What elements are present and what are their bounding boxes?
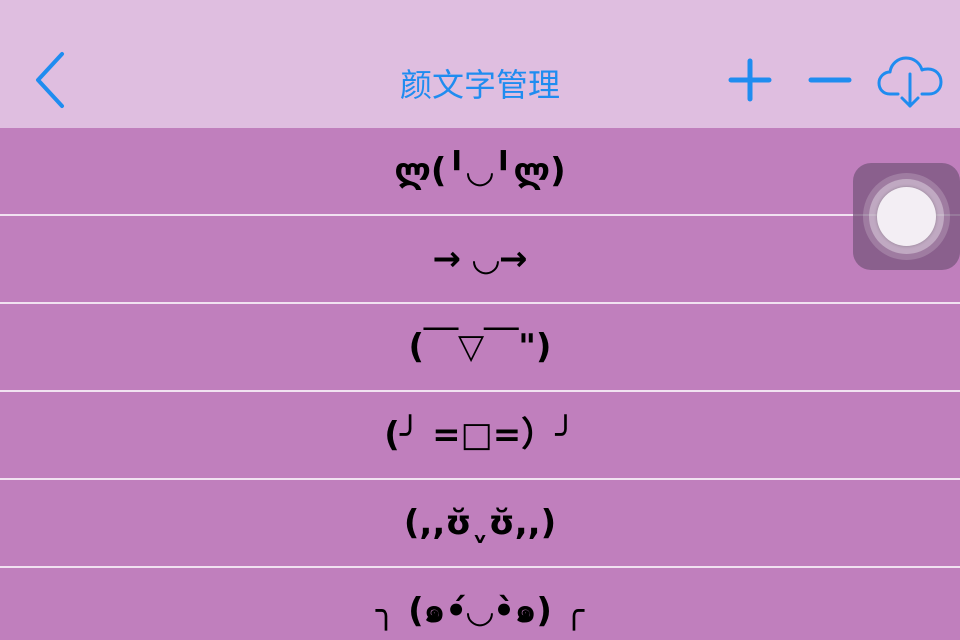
emoticon-list: ლ(╹◡╹ლ) → ◡→ (￣▽￣") (╯ =□=）╯ (,,ʊ̆ˬʊ̆,,)… (0, 128, 960, 640)
list-item[interactable]: (╯ =□=）╯ (0, 392, 960, 480)
back-button[interactable] (24, 44, 84, 116)
list-item[interactable]: ╮ (๑•́◡•̀๑) ╭ (0, 568, 960, 640)
plus-icon (728, 58, 772, 102)
list-item[interactable]: ლ(╹◡╹ლ) (0, 128, 960, 216)
remove-button[interactable] (798, 48, 862, 112)
assistive-touch-button[interactable] (853, 163, 960, 270)
page-title: 颜文字管理 (399, 66, 560, 104)
navigation-bar: 颜文字管理 (0, 0, 960, 128)
cloud-download-icon (877, 56, 943, 108)
list-item[interactable]: → ◡→ (0, 216, 960, 304)
assistive-touch-core (877, 187, 936, 246)
cloud-download-button[interactable] (874, 44, 946, 116)
chevron-left-icon (36, 52, 64, 108)
add-button[interactable] (718, 48, 782, 112)
minus-icon (808, 77, 852, 83)
list-item[interactable]: (,,ʊ̆ˬʊ̆,,) (0, 480, 960, 568)
app-screen: 颜文字管理 ლ(╹◡╹ლ) → ◡→ (￣▽￣") (╯ =□=）╯ (,,ʊ̆… (0, 0, 960, 640)
list-item[interactable]: (￣▽￣") (0, 304, 960, 392)
